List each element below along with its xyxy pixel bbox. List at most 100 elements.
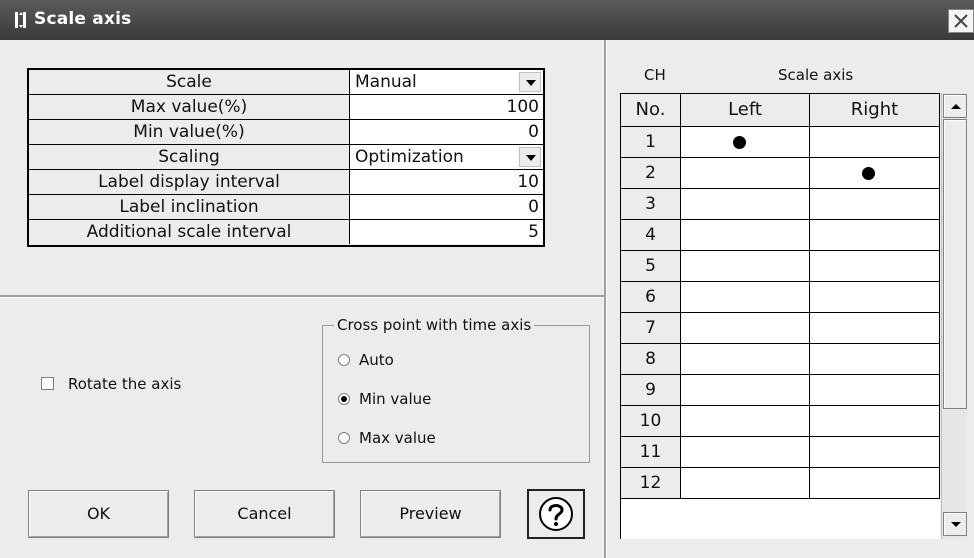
cancel-button[interactable]: Cancel <box>194 490 335 538</box>
property-value: Manual <box>355 72 417 92</box>
property-row: Label inclination 0 <box>29 195 543 220</box>
left-axis-cell[interactable] <box>681 406 810 437</box>
left-axis-cell[interactable] <box>681 189 810 220</box>
property-combobox[interactable]: Manual <box>350 70 543 94</box>
horizontal-divider <box>0 295 604 298</box>
close-icon <box>954 14 968 28</box>
scale-axis-header: Scale axis <box>778 66 854 84</box>
table-row: 11 <box>621 437 940 468</box>
right-axis-cell[interactable] <box>810 282 940 313</box>
property-value-field[interactable]: 100 <box>350 95 543 119</box>
right-axis-cell[interactable] <box>810 251 940 282</box>
dropdown-button[interactable] <box>519 72 541 92</box>
right-axis-cell[interactable] <box>810 220 940 251</box>
channel-number-cell: 8 <box>621 344 681 375</box>
property-label: Scaling <box>29 145 350 169</box>
scale-properties-grid: Scale Manual Max value(%) 100 Min value(%) 0 S… <box>27 68 545 247</box>
left-axis-cell[interactable] <box>681 437 810 468</box>
question-mark-icon <box>539 497 573 531</box>
left-axis-cell[interactable] <box>681 127 810 158</box>
property-row: Label display interval 10 <box>29 170 543 195</box>
table-row: 12 <box>621 468 940 499</box>
left-axis-cell[interactable] <box>681 344 810 375</box>
channel-number-cell: 10 <box>621 406 681 437</box>
scroll-up-button[interactable] <box>943 94 967 118</box>
table-row: 4 <box>621 220 940 251</box>
right-axis-cell[interactable] <box>810 189 940 220</box>
column-header-right: Right <box>810 94 940 127</box>
dropdown-button[interactable] <box>519 147 541 167</box>
channel-number-cell: 6 <box>621 282 681 313</box>
property-value-field[interactable]: 0 <box>350 195 543 219</box>
left-axis-cell[interactable] <box>681 375 810 406</box>
radio-auto[interactable] <box>338 354 350 366</box>
table-row: 6 <box>621 282 940 313</box>
vertical-divider <box>604 40 607 558</box>
left-axis-cell[interactable] <box>681 158 810 189</box>
table-vertical-scrollbar[interactable] <box>941 93 967 539</box>
property-value-field[interactable]: 5 <box>350 220 543 244</box>
left-axis-cell[interactable] <box>681 282 810 313</box>
radio-min-value-label[interactable]: Min value <box>359 390 431 408</box>
channel-number-cell: 4 <box>621 220 681 251</box>
table-row: 2 <box>621 158 940 189</box>
table-row: 8 <box>621 344 940 375</box>
table-header: No. Left Right <box>621 94 940 127</box>
property-label: Label inclination <box>29 195 350 219</box>
property-label: Scale <box>29 70 350 94</box>
right-axis-cell[interactable] <box>810 344 940 375</box>
rotate-axis-label[interactable]: Rotate the axis <box>68 375 181 393</box>
property-value-field[interactable]: 0 <box>350 120 543 144</box>
scrollbar-thumb[interactable] <box>943 119 967 409</box>
property-value: 10 <box>517 172 539 192</box>
preview-button[interactable]: Preview <box>360 490 501 538</box>
radio-min-value[interactable] <box>338 393 350 405</box>
radio-max-value[interactable] <box>338 432 350 444</box>
left-axis-cell[interactable] <box>681 313 810 344</box>
right-axis-cell[interactable] <box>810 158 940 189</box>
left-axis-cell[interactable] <box>681 220 810 251</box>
window-title: Scale axis <box>34 9 132 29</box>
right-axis-cell[interactable] <box>810 468 940 499</box>
title-bar[interactable]: Scale axis <box>0 0 974 40</box>
help-button[interactable] <box>527 489 585 539</box>
scroll-down-button[interactable] <box>943 512 967 536</box>
channel-number-cell: 12 <box>621 468 681 499</box>
property-combobox[interactable]: Optimization <box>350 145 543 169</box>
property-label: Max value(%) <box>29 95 350 119</box>
property-value: Optimization <box>355 147 464 167</box>
ch-header: CH <box>644 66 666 84</box>
left-axis-cell[interactable] <box>681 468 810 499</box>
column-header-left: Left <box>681 94 810 127</box>
right-axis-cell[interactable] <box>810 313 940 344</box>
table-row: 3 <box>621 189 940 220</box>
channel-number-cell: 5 <box>621 251 681 282</box>
property-value: 5 <box>528 222 539 242</box>
property-value-field[interactable]: 10 <box>350 170 543 194</box>
channel-number-cell: 7 <box>621 313 681 344</box>
rotate-axis-checkbox[interactable] <box>41 377 54 390</box>
table-row: 1 <box>621 127 940 158</box>
channel-scale-table: No. Left Right 1 2 3 4 5 6 7 8 9 10 11 12 <box>620 93 940 539</box>
ok-button[interactable]: OK <box>28 490 169 538</box>
axis-selected-marker <box>862 167 875 180</box>
property-row: Scaling Optimization <box>29 145 543 170</box>
channel-number-cell: 9 <box>621 375 681 406</box>
property-label: Min value(%) <box>29 120 350 144</box>
scale-axis-icon <box>14 11 28 29</box>
property-row: Scale Manual <box>29 70 543 95</box>
property-value: 0 <box>528 197 539 217</box>
channel-number-cell: 11 <box>621 437 681 468</box>
right-axis-cell[interactable] <box>810 375 940 406</box>
left-axis-cell[interactable] <box>681 251 810 282</box>
radio-auto-label[interactable]: Auto <box>359 351 394 369</box>
close-button[interactable] <box>948 9 974 33</box>
right-axis-cell[interactable] <box>810 127 940 158</box>
property-row: Additional scale interval 5 <box>29 220 543 245</box>
right-axis-cell[interactable] <box>810 406 940 437</box>
property-row: Min value(%) 0 <box>29 120 543 145</box>
right-axis-cell[interactable] <box>810 437 940 468</box>
arrow-down-icon <box>951 522 961 527</box>
property-label: Label display interval <box>29 170 350 194</box>
radio-max-value-label[interactable]: Max value <box>359 429 436 447</box>
